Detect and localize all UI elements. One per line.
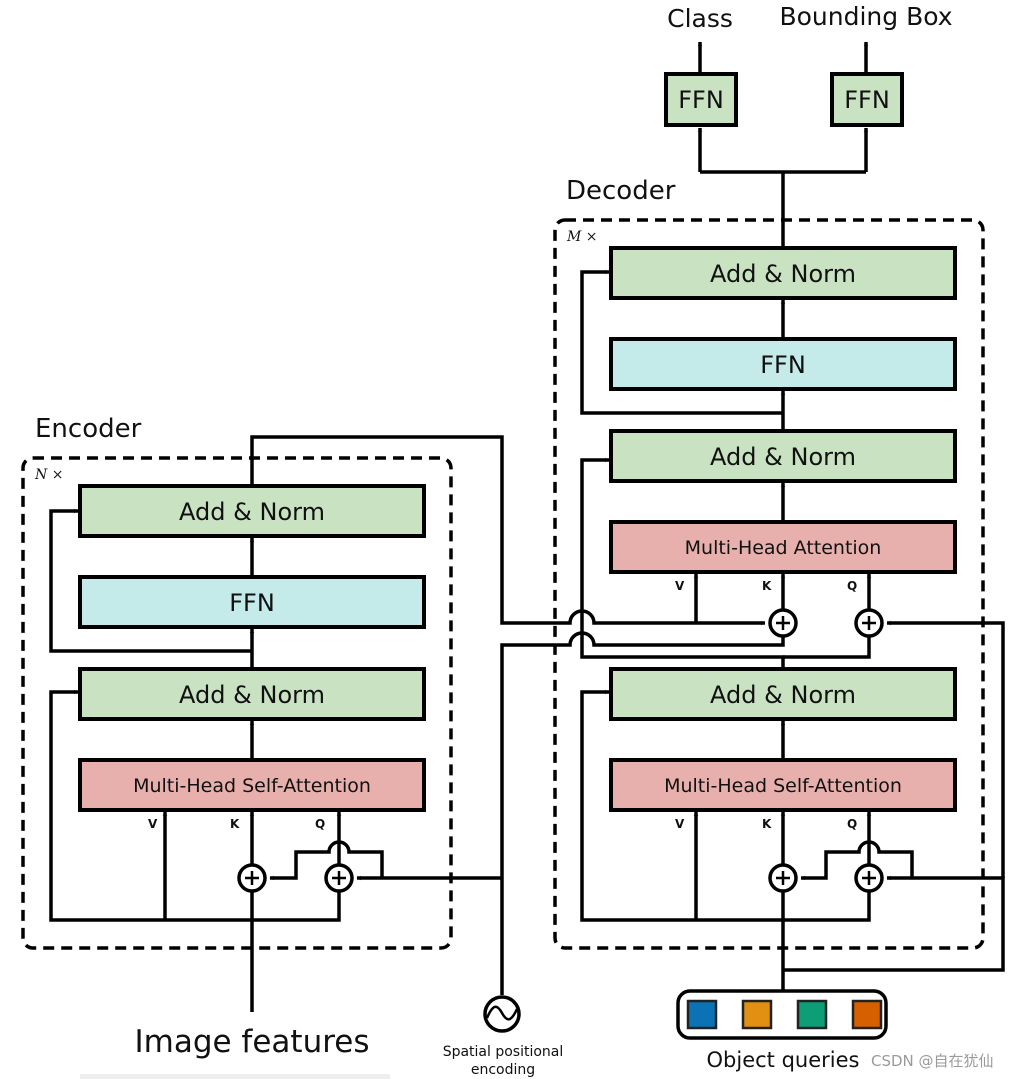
image-features-label: Image features [134, 1024, 369, 1060]
bbox-output-label: Bounding Box [779, 2, 952, 31]
decoder-repeat-label: M × [566, 229, 598, 245]
decoder-cross-k-label: K [762, 579, 772, 593]
object-query-token [686, 999, 718, 1030]
encoder: Encoder N × Add & Norm FFN Add & Norm Mu… [21, 414, 556, 1060]
encoder-add-norm-bottom-label: Add & Norm [179, 681, 325, 709]
detr-architecture-diagram: Class Bounding Box FFN FFN Encoder N × A… [21, 2, 1005, 1078]
encoder-self-attention-label: Multi-Head Self-Attention [133, 775, 371, 797]
encoder-q-label: Q [315, 817, 325, 831]
encoder-add-norm-top-label: Add & Norm [179, 498, 325, 526]
bottom-divider [80, 1074, 390, 1079]
positional-encoding: Spatial positional encoding [443, 643, 564, 1078]
watermark: CSDN @自在犹仙 [871, 1052, 994, 1070]
class-output-label: Class [667, 4, 733, 33]
decoder-self-attention-label: Multi-Head Self-Attention [664, 775, 902, 797]
encoder-title: Encoder [35, 414, 142, 444]
object-query-token [851, 999, 883, 1030]
decoder-cross-attention-label: Multi-Head Attention [685, 537, 882, 559]
class-ffn-label: FFN [678, 86, 724, 114]
object-queries-label: Object queries [707, 1048, 860, 1072]
encoder-repeat-label: N × [34, 467, 63, 483]
decoder-add-norm-mid-label: Add & Norm [710, 443, 856, 471]
positional-encoding-label-line1: Spatial positional [443, 1044, 564, 1060]
output-heads: Class Bounding Box FFN FFN [664, 2, 953, 247]
decoder-title: Decoder [566, 176, 676, 206]
object-query-token [796, 999, 828, 1030]
encoder-v-label: V [148, 817, 158, 831]
decoder-add-norm-top-label: Add & Norm [710, 260, 856, 288]
decoder-query-pos-to-q-arrow [783, 875, 1005, 972]
decoder-pos-to-k-line [556, 631, 785, 647]
decoder-query-pos-to-cross-q-arrow [886, 620, 1005, 878]
decoder-memory-to-k-arrow [556, 609, 766, 626]
positional-encoding-label-line2: encoding [471, 1062, 535, 1078]
decoder-self-out-to-q-line [783, 637, 871, 659]
bbox-ffn-label: FFN [844, 86, 890, 114]
decoder-ffn-label: FFN [760, 351, 806, 379]
decoder-cross-v-label: V [675, 579, 685, 593]
decoder-add-norm-bottom-label: Add & Norm [710, 681, 856, 709]
encoder-ffn-label: FFN [229, 589, 275, 617]
decoder-self-v-label: V [675, 817, 685, 831]
decoder: Decoder M × Add & Norm FFN Add & Norm Mu… [553, 176, 1005, 1072]
decoder-output-fork [700, 170, 866, 247]
decoder-self-q-label: Q [847, 817, 857, 831]
positional-encoding-line [500, 643, 556, 995]
decoder-self-k-label: K [762, 817, 772, 831]
decoder-cross-q-label: Q [847, 579, 857, 593]
object-query-token [741, 999, 773, 1030]
encoder-k-label: K [230, 817, 240, 831]
